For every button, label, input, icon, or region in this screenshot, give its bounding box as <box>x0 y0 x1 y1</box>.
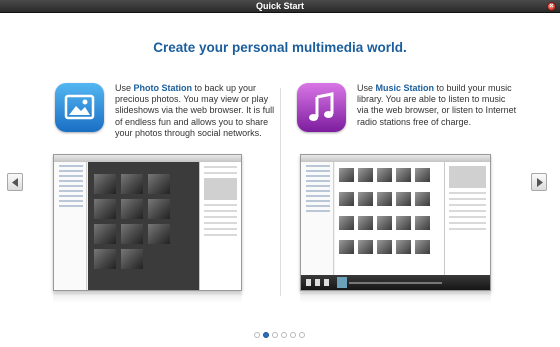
photo-desc-prefix: Use <box>115 83 134 93</box>
column-divider <box>280 88 281 296</box>
music-station-description: Use Music Station to build your music li… <box>357 83 517 128</box>
close-icon[interactable]: × <box>547 2 556 11</box>
photo-station-name: Photo Station <box>133 83 193 93</box>
title-bar: Quick Start × <box>0 0 560 13</box>
music-station-icon <box>297 83 346 132</box>
music-note-icon <box>309 92 334 121</box>
photo-station-description: Use Photo Station to back up your precio… <box>115 83 275 139</box>
music-desc-prefix: Use <box>357 83 376 93</box>
pager-dot[interactable] <box>281 332 287 338</box>
pager-dot[interactable] <box>299 332 305 338</box>
pager-dot[interactable] <box>272 332 278 338</box>
photo-station-screenshot <box>53 154 242 291</box>
page-headline: Create your personal multimedia world. <box>153 40 407 55</box>
music-station-screenshot <box>300 154 491 291</box>
chevron-right-icon <box>537 178 543 187</box>
pager-dot[interactable] <box>263 332 269 338</box>
chevron-left-icon <box>12 178 18 187</box>
window-title: Quick Start <box>255 1 304 11</box>
previous-slide-button[interactable] <box>7 173 23 191</box>
slide-pager <box>254 332 305 338</box>
pager-dot[interactable] <box>254 332 260 338</box>
next-slide-button[interactable] <box>531 173 547 191</box>
pager-dot[interactable] <box>290 332 296 338</box>
photo-icon <box>64 94 95 120</box>
music-station-name: Music Station <box>375 83 435 93</box>
photo-station-icon <box>55 83 104 132</box>
